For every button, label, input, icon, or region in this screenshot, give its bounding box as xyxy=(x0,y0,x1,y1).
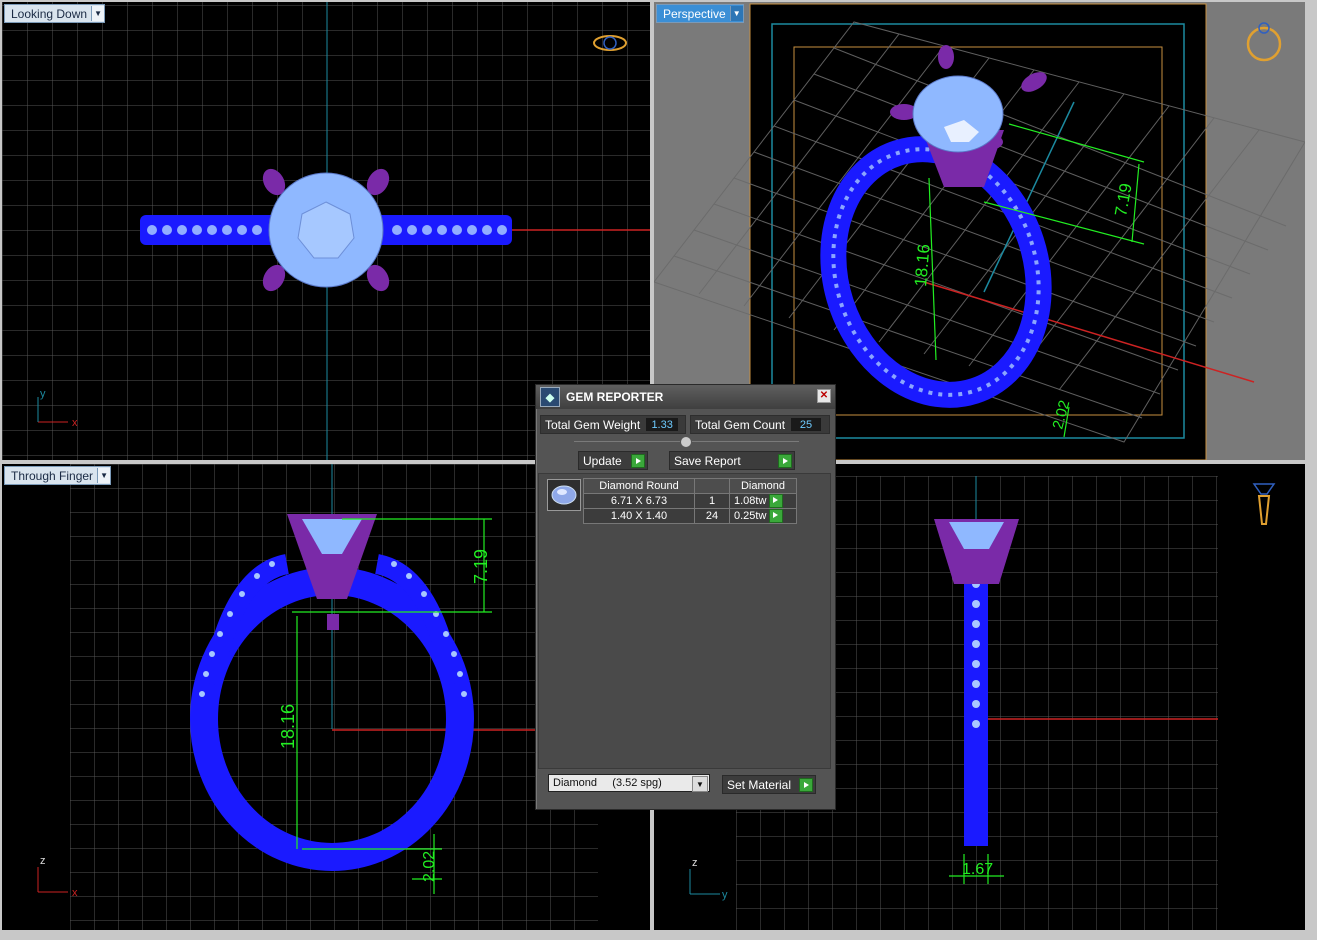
splitter-handle[interactable] xyxy=(680,436,692,448)
close-button[interactable]: ✕ xyxy=(817,389,831,403)
gem-table: Diamond Round Diamond 6.71 X 6.73 1 1.08… xyxy=(583,478,797,524)
gem-weight: 1.08tw xyxy=(734,494,767,507)
play-icon xyxy=(631,454,645,468)
chevron-down-icon[interactable]: ▼ xyxy=(692,776,708,792)
update-button[interactable]: Update xyxy=(578,451,648,470)
viewport-label-text: Looking Down xyxy=(11,6,88,21)
chevron-down-icon[interactable]: ▼ xyxy=(729,6,743,21)
gem-size: 6.71 X 6.73 xyxy=(583,493,695,509)
gem-size: 1.40 X 1.40 xyxy=(583,508,695,524)
table-row[interactable]: 6.71 X 6.73 1 1.08tw xyxy=(583,493,797,509)
dialog-title: GEM REPORTER xyxy=(566,390,664,404)
dimension-inner: 18.16 xyxy=(278,704,298,749)
table-row[interactable]: 1.40 X 1.40 24 0.25tw xyxy=(583,508,797,524)
play-icon[interactable] xyxy=(769,509,784,523)
material-select[interactable]: Diamond (3.52 spg) ▼ xyxy=(548,774,710,792)
gem-reporter-icon: ◆ xyxy=(540,387,560,407)
gem-weight-cell: 1.08tw xyxy=(729,493,797,509)
svg-text:z: z xyxy=(40,855,46,867)
save-report-label: Save Report xyxy=(674,453,741,468)
viewport-label-perspective[interactable]: Perspective ▼ xyxy=(656,4,744,23)
column-header: Diamond Round xyxy=(583,478,695,494)
total-gem-count-value: 25 xyxy=(791,418,822,431)
column-header: Diamond xyxy=(729,478,797,494)
svg-text:y: y xyxy=(722,889,728,901)
gem-count: 1 xyxy=(694,493,730,509)
dimension-width: 1.67 xyxy=(962,861,993,878)
chevron-down-icon[interactable]: ▼ xyxy=(91,6,105,21)
total-gem-weight: Total Gem Weight 1.33 xyxy=(540,415,686,434)
gem-list-panel: Diamond Round Diamond 6.71 X 6.73 1 1.08… xyxy=(538,473,831,769)
play-icon xyxy=(778,454,792,468)
set-material-button[interactable]: Set Material xyxy=(722,775,816,794)
dimension-band: 2.02 xyxy=(421,851,438,882)
table-header-row: Diamond Round Diamond xyxy=(583,478,797,494)
dimension-inner: 18.16 xyxy=(911,243,934,287)
viewport-label-looking-down[interactable]: Looking Down ▼ xyxy=(4,4,106,23)
update-label: Update xyxy=(583,453,622,468)
svg-text:z: z xyxy=(692,857,698,869)
viewport-label-text: Through Finger xyxy=(11,468,94,483)
chevron-down-icon[interactable]: ▼ xyxy=(97,468,111,483)
gem-weight-cell: 0.25tw xyxy=(729,508,797,524)
play-icon[interactable] xyxy=(769,494,784,508)
column-header xyxy=(694,478,730,494)
gem-reporter-dialog[interactable]: ◆ GEM REPORTER ✕ Total Gem Weight 1.33 T… xyxy=(535,384,836,810)
viewport-label-text: Perspective xyxy=(663,6,726,21)
set-material-label: Set Material xyxy=(727,777,792,792)
gem-count: 24 xyxy=(694,508,730,524)
viewport-label-through-finger[interactable]: Through Finger ▼ xyxy=(4,466,112,485)
play-icon xyxy=(799,778,813,792)
svg-text:y: y xyxy=(40,388,46,400)
total-gem-count: Total Gem Count 25 xyxy=(690,415,830,434)
gem-weight: 0.25tw xyxy=(734,509,767,522)
total-gem-weight-label: Total Gem Weight xyxy=(545,417,641,432)
total-gem-count-label: Total Gem Count xyxy=(695,417,786,432)
dialog-titlebar[interactable]: ◆ GEM REPORTER ✕ xyxy=(536,385,835,409)
total-gem-weight-value: 1.33 xyxy=(646,418,679,431)
material-select-value: Diamond (3.52 spg) xyxy=(553,777,662,789)
svg-text:x: x xyxy=(72,887,78,899)
gem-thumbnail[interactable] xyxy=(547,479,581,511)
svg-text:x: x xyxy=(72,417,78,429)
dimension-height: 7.19 xyxy=(471,549,491,584)
save-report-button[interactable]: Save Report xyxy=(669,451,795,470)
diamond-icon xyxy=(551,485,577,505)
